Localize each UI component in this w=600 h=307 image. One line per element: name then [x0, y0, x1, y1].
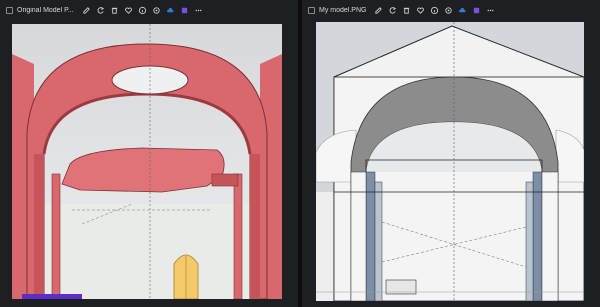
image-canvas-mine — [316, 22, 584, 301]
heart-icon[interactable] — [416, 6, 425, 15]
delete-icon[interactable] — [402, 6, 411, 15]
app-icon[interactable] — [180, 6, 189, 15]
photos-app-icon — [6, 6, 13, 14]
rotate-icon[interactable] — [388, 6, 397, 15]
app-icon[interactable] — [472, 6, 481, 15]
cloud-icon[interactable] — [458, 6, 467, 15]
grey-arch-model-render — [316, 22, 584, 301]
photo-viewer-window-mine: My model.PNG — [302, 0, 600, 307]
crop-icon[interactable] — [444, 6, 453, 15]
title-bar: My model.PNG — [302, 0, 600, 20]
heart-icon[interactable] — [124, 6, 133, 15]
info-icon[interactable] — [430, 6, 439, 15]
more-icon[interactable] — [194, 6, 203, 15]
edit-icon[interactable] — [82, 6, 91, 15]
toolbar — [374, 6, 495, 15]
title-bar: Original Model P... — [0, 0, 298, 20]
rotate-icon[interactable] — [96, 6, 105, 15]
photo-viewer-window-original: Original Model P... — [0, 0, 298, 307]
more-icon[interactable] — [486, 6, 495, 15]
window-title: My model.PNG — [319, 6, 367, 14]
image-canvas-original — [12, 24, 282, 299]
delete-icon[interactable] — [110, 6, 119, 15]
red-arch-model-render — [12, 24, 282, 299]
window-title: Original Model P... — [17, 6, 74, 14]
crop-icon[interactable] — [152, 6, 161, 15]
info-icon[interactable] — [138, 6, 147, 15]
edit-icon[interactable] — [374, 6, 383, 15]
toolbar — [82, 6, 203, 15]
cloud-icon[interactable] — [166, 6, 175, 15]
photos-app-icon — [308, 6, 315, 14]
